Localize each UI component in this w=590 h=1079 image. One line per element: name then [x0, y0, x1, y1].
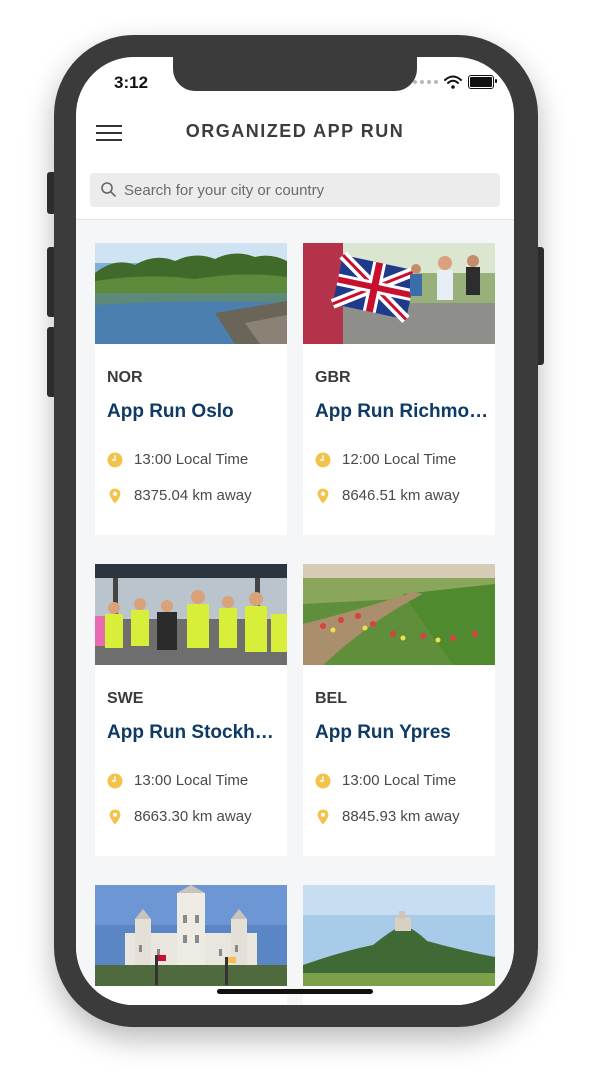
run-list: NOR App Run Oslo 13:00 Local Time 8375.0…: [76, 219, 514, 1005]
country-code: GBR: [315, 369, 351, 386]
status-time: 3:12: [114, 73, 149, 92]
run-card-6[interactable]: [303, 885, 495, 1005]
run-distance-text: 8646.51 km away: [342, 487, 460, 504]
location-pin-icon: [109, 488, 121, 503]
run-distance: 8663.30 km away: [107, 808, 252, 825]
run-photo-palace: [95, 885, 287, 986]
run-distance: 8375.04 km away: [107, 487, 252, 504]
country-code: NOR: [107, 369, 143, 386]
location-pin-icon: [317, 488, 329, 503]
run-photo-runners-start: [95, 564, 287, 665]
run-card-ypres[interactable]: BEL App Run Ypres 13:00 Local Time 8845.…: [303, 564, 495, 856]
run-name: App Run Richmo…: [315, 401, 489, 422]
run-distance-text: 8845.93 km away: [342, 808, 460, 825]
run-distance: 8646.51 km away: [315, 487, 460, 504]
clock-icon: [107, 452, 123, 467]
run-time: 13:00 Local Time: [107, 772, 248, 789]
run-photo-union-jack: [303, 243, 495, 344]
status-icons: [413, 75, 497, 89]
country-code: SWE: [107, 690, 144, 707]
run-name: App Run Stockholm: [107, 722, 283, 743]
signal-icon: [413, 80, 438, 84]
notch: [173, 57, 417, 91]
search-placeholder: Search for your city or country: [124, 181, 325, 199]
run-name: App Run Ypres: [315, 722, 451, 743]
run-time-text: 12:00 Local Time: [342, 451, 457, 468]
run-card-stockholm[interactable]: SWE App Run Stockholm 13:00 Local Time 8…: [95, 564, 287, 856]
run-distance-text: 8663.30 km away: [134, 808, 252, 825]
run-time: 13:00 Local Time: [315, 772, 456, 789]
run-time: 13:00 Local Time: [107, 451, 248, 468]
clock-icon: [315, 773, 331, 788]
home-indicator[interactable]: [217, 989, 373, 994]
location-pin-icon: [317, 809, 329, 824]
location-pin-icon: [109, 809, 121, 824]
run-name: App Run Oslo: [107, 401, 234, 422]
run-photo-castle-hill: [303, 885, 495, 986]
wifi-icon: [444, 75, 462, 89]
battery-icon: [468, 75, 497, 89]
run-time: 12:00 Local Time: [315, 451, 456, 468]
run-time-text: 13:00 Local Time: [134, 772, 249, 789]
run-photo-lake: [95, 243, 287, 344]
clock-icon: [315, 452, 331, 467]
search-icon: [101, 182, 116, 197]
run-distance-text: 8375.04 km away: [134, 487, 252, 504]
page-title: ORGANIZED APP RUN: [185, 121, 405, 141]
run-time-text: 13:00 Local Time: [342, 772, 457, 789]
run-card-5[interactable]: [95, 885, 287, 1005]
phone-screen: 3:12 ORGANIZED APP RUN Search for your c…: [76, 57, 514, 1005]
search-input[interactable]: Search for your city or country: [90, 173, 500, 207]
run-photo-countryside: [303, 564, 495, 665]
clock-icon: [107, 773, 123, 788]
run-time-text: 13:00 Local Time: [134, 451, 249, 468]
run-card-richmond[interactable]: GBR App Run Richmo… 12:00 Local Time 864…: [303, 243, 495, 535]
run-distance: 8845.93 km away: [315, 808, 460, 825]
country-code: BEL: [315, 690, 347, 707]
run-card-oslo[interactable]: NOR App Run Oslo 13:00 Local Time 8375.0…: [95, 243, 287, 535]
